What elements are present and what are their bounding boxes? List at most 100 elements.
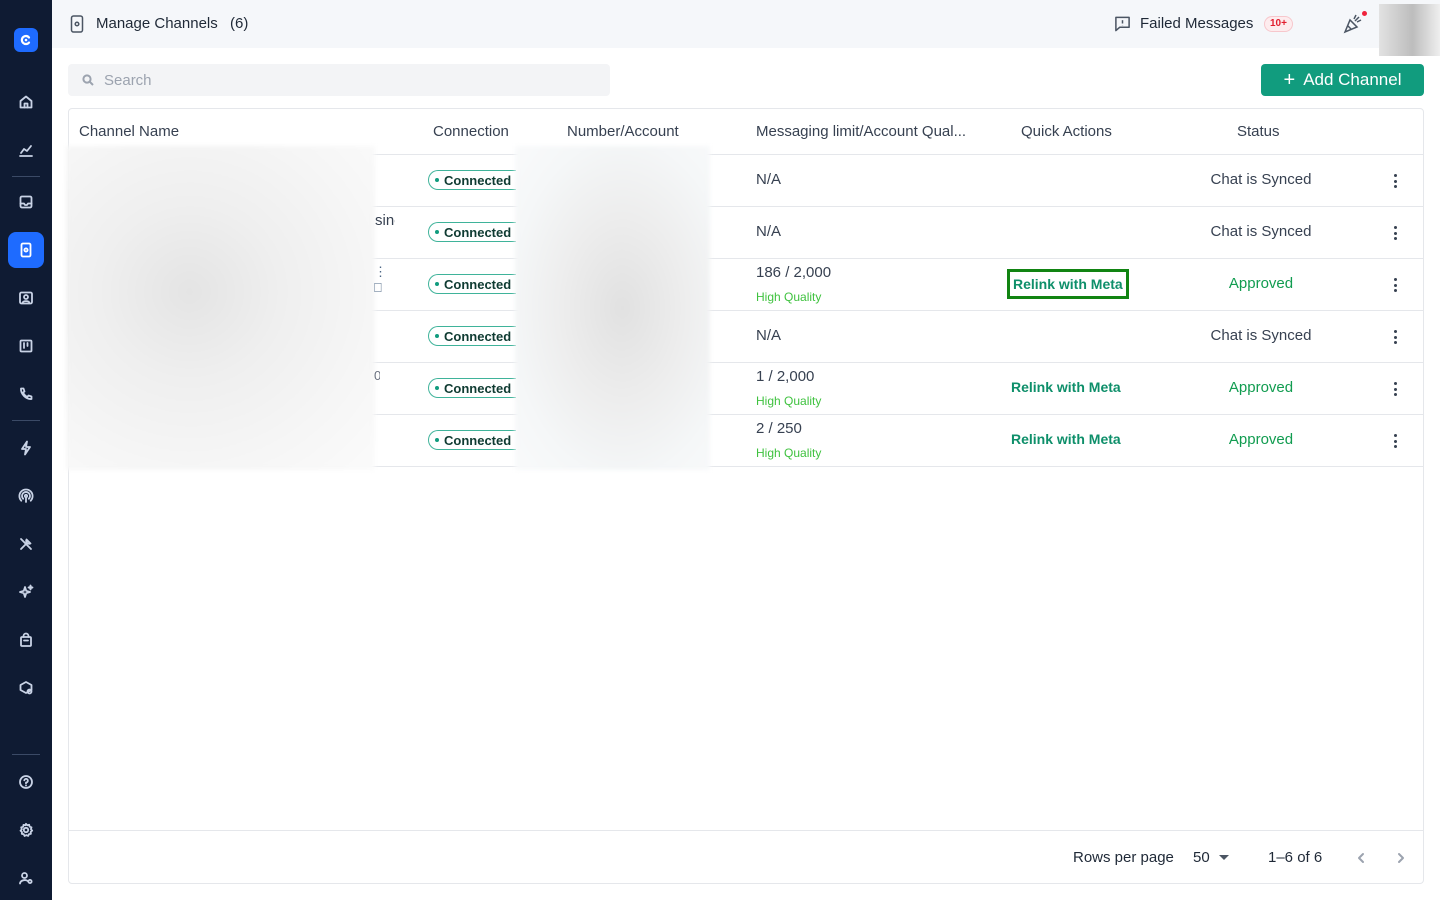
sidebar-item-board[interactable] (8, 328, 44, 364)
relink-with-meta-button[interactable]: Relink with Meta (1011, 431, 1121, 447)
rows-per-page-select[interactable]: 50 (1193, 849, 1210, 866)
sidebar-item-phone[interactable] (8, 376, 44, 412)
sidebar-item-broadcast[interactable] (8, 478, 44, 514)
notification-dot (1362, 11, 1367, 16)
account-quality: High Quality (756, 446, 822, 460)
channel-status: Chat is Synced (1210, 223, 1312, 240)
rows-per-page-label: Rows per page (1073, 849, 1174, 866)
relink-with-meta-button[interactable]: Relink with Meta (1007, 269, 1129, 299)
channels-icon (20, 242, 32, 258)
failed-messages-icon[interactable] (1114, 15, 1132, 33)
sidebar-item-settings[interactable] (8, 812, 44, 848)
messaging-limit: N/A (756, 327, 782, 344)
messaging-limit: 186 / 2,000 (756, 264, 832, 281)
add-channel-label: Add Channel (1303, 70, 1402, 89)
sidebar-item-home[interactable] (8, 84, 44, 120)
sidebar-item-analytics[interactable] (8, 132, 44, 168)
chevron-left-icon (1358, 853, 1364, 863)
channel-device-icon (70, 15, 84, 33)
channel-status: Chat is Synced (1210, 171, 1312, 188)
messaging-limit: N/A (756, 223, 782, 240)
chevron-right-icon (1398, 853, 1404, 863)
sidebar-item-inbox[interactable] (8, 184, 44, 220)
commerce-icon (20, 632, 32, 647)
ai-sparkle-icon (19, 584, 34, 598)
connection-status-pill: Connected (428, 222, 516, 242)
user-settings-icon (19, 872, 33, 885)
phone-icon (20, 387, 33, 400)
next-page-button[interactable] (1390, 847, 1412, 869)
sidebar-item-integrations[interactable] (8, 670, 44, 706)
column-header-status[interactable]: Status (1237, 123, 1280, 140)
status-dot (435, 282, 439, 286)
channel-status: Approved (1228, 379, 1294, 396)
search-bar (68, 64, 610, 96)
failed-messages-link[interactable]: Failed Messages (1140, 15, 1253, 32)
sidebar-divider (12, 420, 40, 421)
channel-name-fragment: sine (375, 212, 395, 229)
channel-count: (6) (230, 15, 249, 32)
messaging-limit: N/A (756, 171, 782, 188)
pagination-range: 1–6 of 6 (1268, 849, 1323, 866)
sidebar-item-commerce[interactable] (8, 622, 44, 658)
chevron-down-icon[interactable] (1219, 855, 1229, 860)
connection-status: Connected (444, 328, 512, 344)
column-header-number-account[interactable]: Number/Account (567, 123, 679, 140)
previous-page-button[interactable] (1350, 847, 1372, 869)
status-dot (435, 230, 439, 234)
sidebar-item-user-settings[interactable] (8, 860, 44, 896)
connection-status-pill: Connected (428, 430, 516, 450)
sidebar-divider (12, 754, 40, 755)
integrations-icon (19, 681, 33, 695)
automation-icon (21, 440, 31, 456)
column-header-connection[interactable]: Connection (433, 123, 509, 140)
connection-status-pill: Connected (428, 378, 516, 398)
connection-status: Connected (444, 432, 512, 448)
sidebar-item-contacts[interactable] (8, 280, 44, 316)
row-menu-button[interactable] (1385, 379, 1405, 399)
messaging-limit: 2 / 250 (756, 420, 802, 437)
redacted-numbers (515, 146, 710, 470)
page-title: Manage Channels (96, 15, 218, 32)
failed-messages-badge: 10+ (1264, 16, 1293, 32)
sidebar-item-help[interactable] (8, 764, 44, 800)
contacts-icon (19, 291, 33, 305)
app-logo[interactable] (14, 28, 38, 52)
connection-status: Connected (444, 224, 512, 240)
row-menu-button[interactable] (1385, 223, 1405, 243)
connection-status: Connected (444, 276, 512, 292)
user-avatar[interactable] (1379, 4, 1440, 56)
footer-divider (69, 830, 1423, 831)
connection-status-pill: Connected (428, 170, 516, 190)
search-input[interactable] (104, 70, 594, 90)
account-quality: High Quality (756, 394, 822, 408)
home-icon (19, 95, 33, 109)
help-icon (19, 775, 33, 789)
tools-icon (20, 538, 32, 550)
plus-icon: + (1283, 69, 1296, 91)
column-header-quick-actions: Quick Actions (1021, 123, 1112, 140)
relink-with-meta-button[interactable]: Relink with Meta (1011, 379, 1121, 395)
top-bar: Manage Channels (6) Failed Messages 10+ (52, 0, 1440, 48)
sidebar-item-tools[interactable] (8, 526, 44, 562)
row-menu-button[interactable] (1385, 431, 1405, 451)
channel-name-fragment: 0 (374, 368, 380, 383)
messaging-limit: 1 / 2,000 (756, 368, 815, 385)
redacted-channel-names (66, 146, 375, 470)
search-icon (82, 73, 95, 86)
column-header-messaging-limit[interactable]: Messaging limit/Account Qual... (756, 123, 966, 140)
sidebar-item-channels[interactable] (8, 232, 44, 268)
analytics-icon (19, 145, 33, 157)
row-menu-button[interactable] (1385, 275, 1405, 295)
sidebar-item-ai[interactable] (8, 574, 44, 610)
sidebar-divider (12, 176, 40, 177)
row-menu-button[interactable] (1385, 171, 1405, 191)
sidebar-item-automation[interactable] (8, 430, 44, 466)
add-channel-button[interactable]: + Add Channel (1261, 64, 1424, 96)
connection-status-pill: Connected (428, 274, 516, 294)
channel-name-fragment: ⋮ ⎕ (374, 264, 387, 295)
connection-status: Connected (444, 172, 512, 188)
column-header-channel-name[interactable]: Channel Name (79, 123, 179, 140)
row-menu-button[interactable] (1385, 327, 1405, 347)
board-icon (19, 339, 33, 353)
